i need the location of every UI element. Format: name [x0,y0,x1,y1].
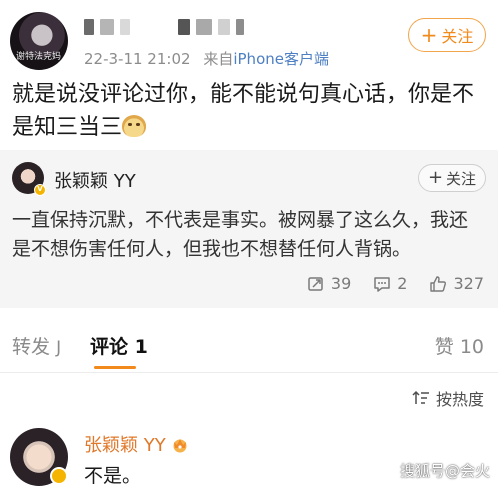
tab-comments-label: 评论 [90,336,129,358]
verified-badge-icon: V [34,184,46,196]
tab-reposts-count: J [56,338,62,358]
quoted-post-stats: 39 2 327 [307,274,484,293]
watermark: 搜狐号@会火 [399,462,490,480]
quoted-follow-button[interactable]: + 关注 [418,164,486,192]
tab-likes[interactable]: 赞 10 [435,332,484,359]
follow-button-label: 关注 [441,27,474,46]
post-source-prefix: 来自 [203,50,234,68]
comment-author[interactable]: 张颖颖 YY [84,431,190,457]
crown-icon [173,439,187,453]
tab-reposts[interactable]: 转发 J [12,332,61,359]
quoted-post[interactable]: V 张颖颖 YY + 关注 一直保持沉默，不代表是事实。被网暴了这么久，我还是不… [0,150,498,308]
post-source-link[interactable]: iPhone客户端 [233,50,329,68]
author-name-masked[interactable] [84,16,244,38]
divider [0,372,498,373]
plus-icon: + [420,23,438,47]
comment-text: 不是。 [84,465,142,487]
verified-badge-icon [50,467,68,485]
comment-icon [374,276,391,292]
comment-stat[interactable]: 2 [373,274,407,293]
sort-label: 按热度 [435,390,484,409]
tab-reposts-label: 转发 [12,336,51,358]
quoted-post-text: 一直保持沉默，不代表是事实。被网暴了这么久，我还是不想伤害任何人，但我也不想替任… [12,209,469,260]
tab-likes-count: 10 [459,336,484,358]
post-header: 谢特法克妈 22-3-11 21:02 来自iPhone客户端 + 关注 [0,0,498,74]
quoted-author-name[interactable]: 张颖颖 YY [54,167,136,193]
thumbs-up-icon [430,275,447,292]
repost-icon [308,276,323,291]
post-time: 22-3-11 21:02 [84,50,191,68]
detail-tabs: 转发 J 评论 1 赞 10 [0,326,498,370]
quoted-follow-label: 关注 [446,169,477,188]
sort-toggle[interactable]: 按热度 [412,386,484,410]
post-text: 就是说没评论过你，能不能说句真心话，你是不是知三当三 [12,78,490,144]
post-text-content: 就是说没评论过你，能不能说句真心话，你是不是知三当三 [12,82,475,140]
follow-button[interactable]: + 关注 [408,18,486,52]
doge-emoji-icon [122,115,147,137]
tab-comments-count: 1 [134,336,148,358]
like-stat[interactable]: 327 [429,274,484,293]
comment-count: 2 [397,274,408,293]
post-meta: 22-3-11 21:02 来自iPhone客户端 [84,48,329,69]
sort-icon [412,390,429,404]
avatar-caption: 谢特法克妈 [16,52,62,62]
avatar[interactable]: 谢特法克妈 [10,12,68,70]
tab-likes-label: 赞 [434,336,454,358]
active-tab-indicator [94,366,136,369]
repost-stat[interactable]: 39 [307,274,351,293]
like-count: 327 [453,274,484,293]
plus-icon: + [427,167,444,188]
repost-count: 39 [330,274,352,293]
comment-author-name: 张颖颖 YY [84,435,166,456]
tab-comments[interactable]: 评论 1 [90,332,148,359]
